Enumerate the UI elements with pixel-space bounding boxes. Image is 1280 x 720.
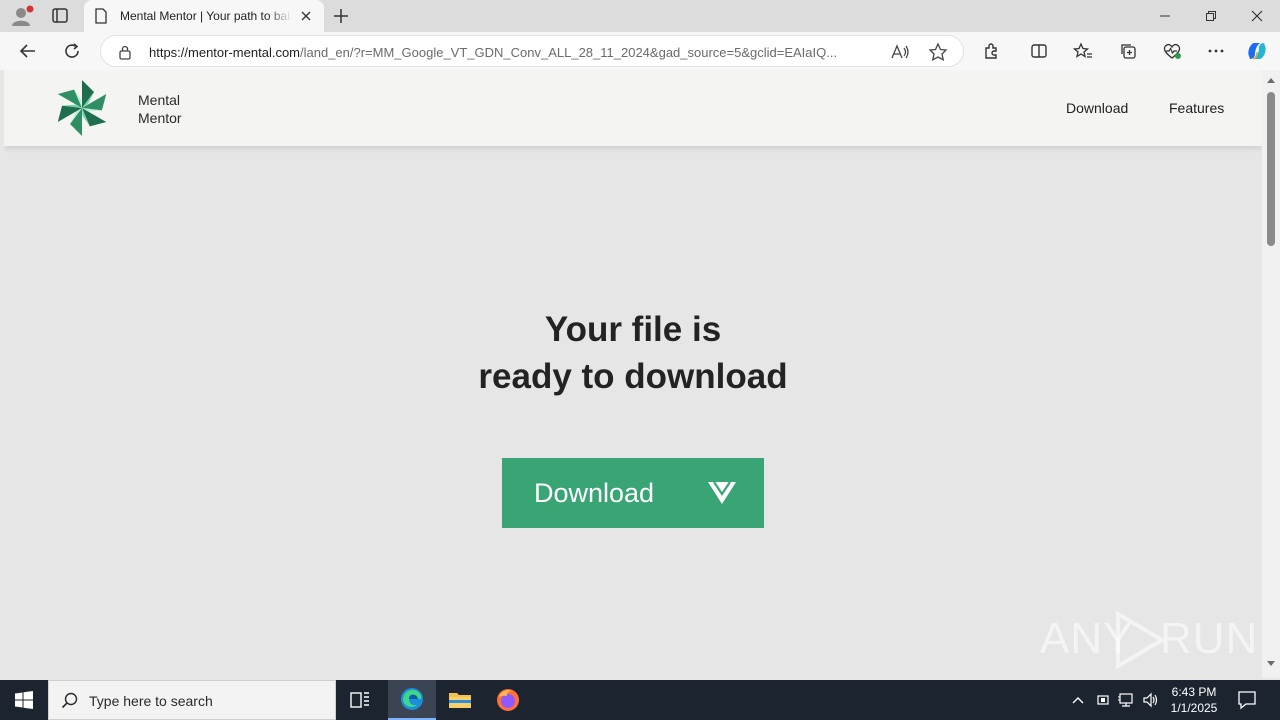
brand-line-1: Mental <box>138 92 181 108</box>
puzzle-icon <box>985 43 997 59</box>
headline-line-1: Your file is <box>544 310 722 349</box>
task-view-button[interactable] <box>336 680 384 720</box>
page-document-icon <box>95 8 107 24</box>
split-screen-icon <box>1031 44 1047 58</box>
windows-logo-icon <box>15 691 33 709</box>
scrollbar-thumb[interactable] <box>1267 92 1275 246</box>
show-hidden-icons-button[interactable] <box>1068 690 1088 710</box>
speaker-icon <box>1143 692 1158 708</box>
scroll-up-arrow-icon[interactable] <box>1266 76 1276 84</box>
restore-icon <box>1206 11 1216 21</box>
task-view-icon <box>350 692 369 708</box>
favorite-star-icon[interactable] <box>927 42 949 62</box>
tab-title: Mental Mentor | Your path to balance <box>120 9 292 23</box>
new-tab-icon[interactable] <box>330 5 352 27</box>
url-path: /land_en/?r=MM_Google_VT_GDN_Conv_ALL_28… <box>300 45 838 60</box>
heartbeat-icon <box>1163 43 1181 59</box>
copilot-icon <box>1248 43 1266 60</box>
search-placeholder: Type here to search <box>89 693 213 709</box>
mental-mentor-logo-icon[interactable] <box>52 78 112 138</box>
minimize-button[interactable] <box>1142 0 1188 32</box>
volume-button[interactable] <box>1141 690 1161 710</box>
split-screen-button[interactable] <box>1025 38 1053 64</box>
read-aloud-icon[interactable] <box>889 42 911 62</box>
clock-date: 1/1/2025 <box>1170 701 1218 715</box>
page-scrollbar[interactable] <box>1262 70 1280 678</box>
browser-tab-strip: Mental Mentor | Your path to balance <box>0 0 1280 32</box>
lock-icon[interactable] <box>117 44 133 60</box>
tab-actions-button[interactable] <box>46 4 74 28</box>
taskbar-edge-app[interactable] <box>388 680 436 720</box>
chevron-up-icon <box>1072 697 1084 704</box>
url-host: https://mentor-mental.com <box>149 45 300 60</box>
close-tab-icon[interactable] <box>298 8 314 24</box>
taskbar-clock[interactable]: 6:43 PM 1/1/2025 <box>1160 684 1228 716</box>
search-icon <box>61 692 78 709</box>
browser-essentials-button[interactable] <box>1158 38 1186 64</box>
folder-icon <box>449 693 471 708</box>
windows-taskbar: Type here to search 6:43 PM 1/1/2025 <box>0 680 1280 720</box>
clock-time: 6:43 PM <box>1171 685 1217 699</box>
collections-button[interactable] <box>1114 38 1142 64</box>
download-button-label: Download <box>534 478 655 508</box>
browser-toolbar: https://mentor-mental.com/land_en/?r=MM_… <box>0 32 1280 70</box>
nav-download-link[interactable]: Download <box>1066 100 1128 116</box>
headline-line-2: ready to download <box>478 357 788 396</box>
watermark-text-right: RUN <box>1160 614 1259 663</box>
arrow-left-icon <box>19 44 35 58</box>
web-page-viewport: Mental Mentor Download Features Your fil… <box>4 70 1262 678</box>
taskbar-file-explorer-app[interactable] <box>436 680 484 720</box>
firefox-icon <box>497 689 519 711</box>
restore-button[interactable] <box>1188 0 1234 32</box>
download-triangle-icon <box>708 481 736 504</box>
collections-icon <box>1121 44 1136 59</box>
brand-name[interactable]: Mental Mentor <box>138 91 182 127</box>
close-window-icon <box>1251 10 1263 22</box>
settings-more-button[interactable] <box>1202 38 1230 64</box>
close-window-button[interactable] <box>1234 0 1280 32</box>
url-text[interactable]: https://mentor-mental.com/land_en/?r=MM_… <box>149 45 879 60</box>
favorites-button[interactable] <box>1069 38 1097 64</box>
nav-features-link[interactable]: Features <box>1169 100 1224 116</box>
refresh-icon <box>65 43 79 58</box>
more-dots-icon <box>1208 49 1224 53</box>
notification-center-icon[interactable] <box>1236 690 1258 710</box>
network-icon <box>1118 693 1133 707</box>
scroll-down-arrow-icon[interactable] <box>1266 660 1276 668</box>
favorites-icon <box>1073 42 1092 58</box>
usb-device-icon <box>1097 695 1109 705</box>
profile-button[interactable] <box>8 4 36 28</box>
tray-device-icon-button[interactable] <box>1093 690 1113 710</box>
site-header: Mental Mentor Download Features <box>4 70 1262 146</box>
copilot-button[interactable] <box>1243 38 1271 64</box>
back-button[interactable] <box>14 38 42 64</box>
download-button[interactable]: Download <box>502 458 764 528</box>
taskbar-search-box[interactable]: Type here to search <box>48 680 336 720</box>
anyrun-watermark: ANY RUN <box>1040 608 1257 672</box>
minimize-icon <box>1160 15 1170 17</box>
start-button[interactable] <box>0 680 48 720</box>
active-tab[interactable]: Mental Mentor | Your path to balance <box>84 0 324 32</box>
address-bar[interactable]: https://mentor-mental.com/land_en/?r=MM_… <box>100 35 964 67</box>
extensions-button[interactable] <box>977 38 1005 64</box>
brand-line-2: Mentor <box>138 110 182 126</box>
network-button[interactable] <box>1116 690 1136 710</box>
refresh-button[interactable] <box>58 38 86 64</box>
tab-actions-icon <box>52 8 68 23</box>
profile-avatar-icon <box>12 5 34 26</box>
edge-browser-icon <box>401 688 423 710</box>
page-headline: Your file is ready to download <box>4 306 1262 400</box>
taskbar-firefox-app[interactable] <box>484 680 532 720</box>
